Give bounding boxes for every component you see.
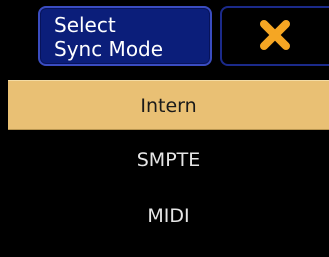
option-smpte[interactable]: SMPTE bbox=[8, 135, 329, 185]
option-intern[interactable]: Intern bbox=[8, 80, 329, 130]
dialog-title: Select Sync Mode bbox=[54, 13, 164, 61]
close-button[interactable] bbox=[220, 6, 329, 66]
option-midi[interactable]: MIDI bbox=[8, 191, 329, 241]
sync-mode-dialog: Select Sync Mode Intern SMPTE MIDI bbox=[0, 0, 329, 257]
dialog-header: Select Sync Mode bbox=[0, 0, 329, 76]
dialog-title-box: Select Sync Mode bbox=[38, 6, 212, 66]
close-icon bbox=[260, 20, 290, 50]
